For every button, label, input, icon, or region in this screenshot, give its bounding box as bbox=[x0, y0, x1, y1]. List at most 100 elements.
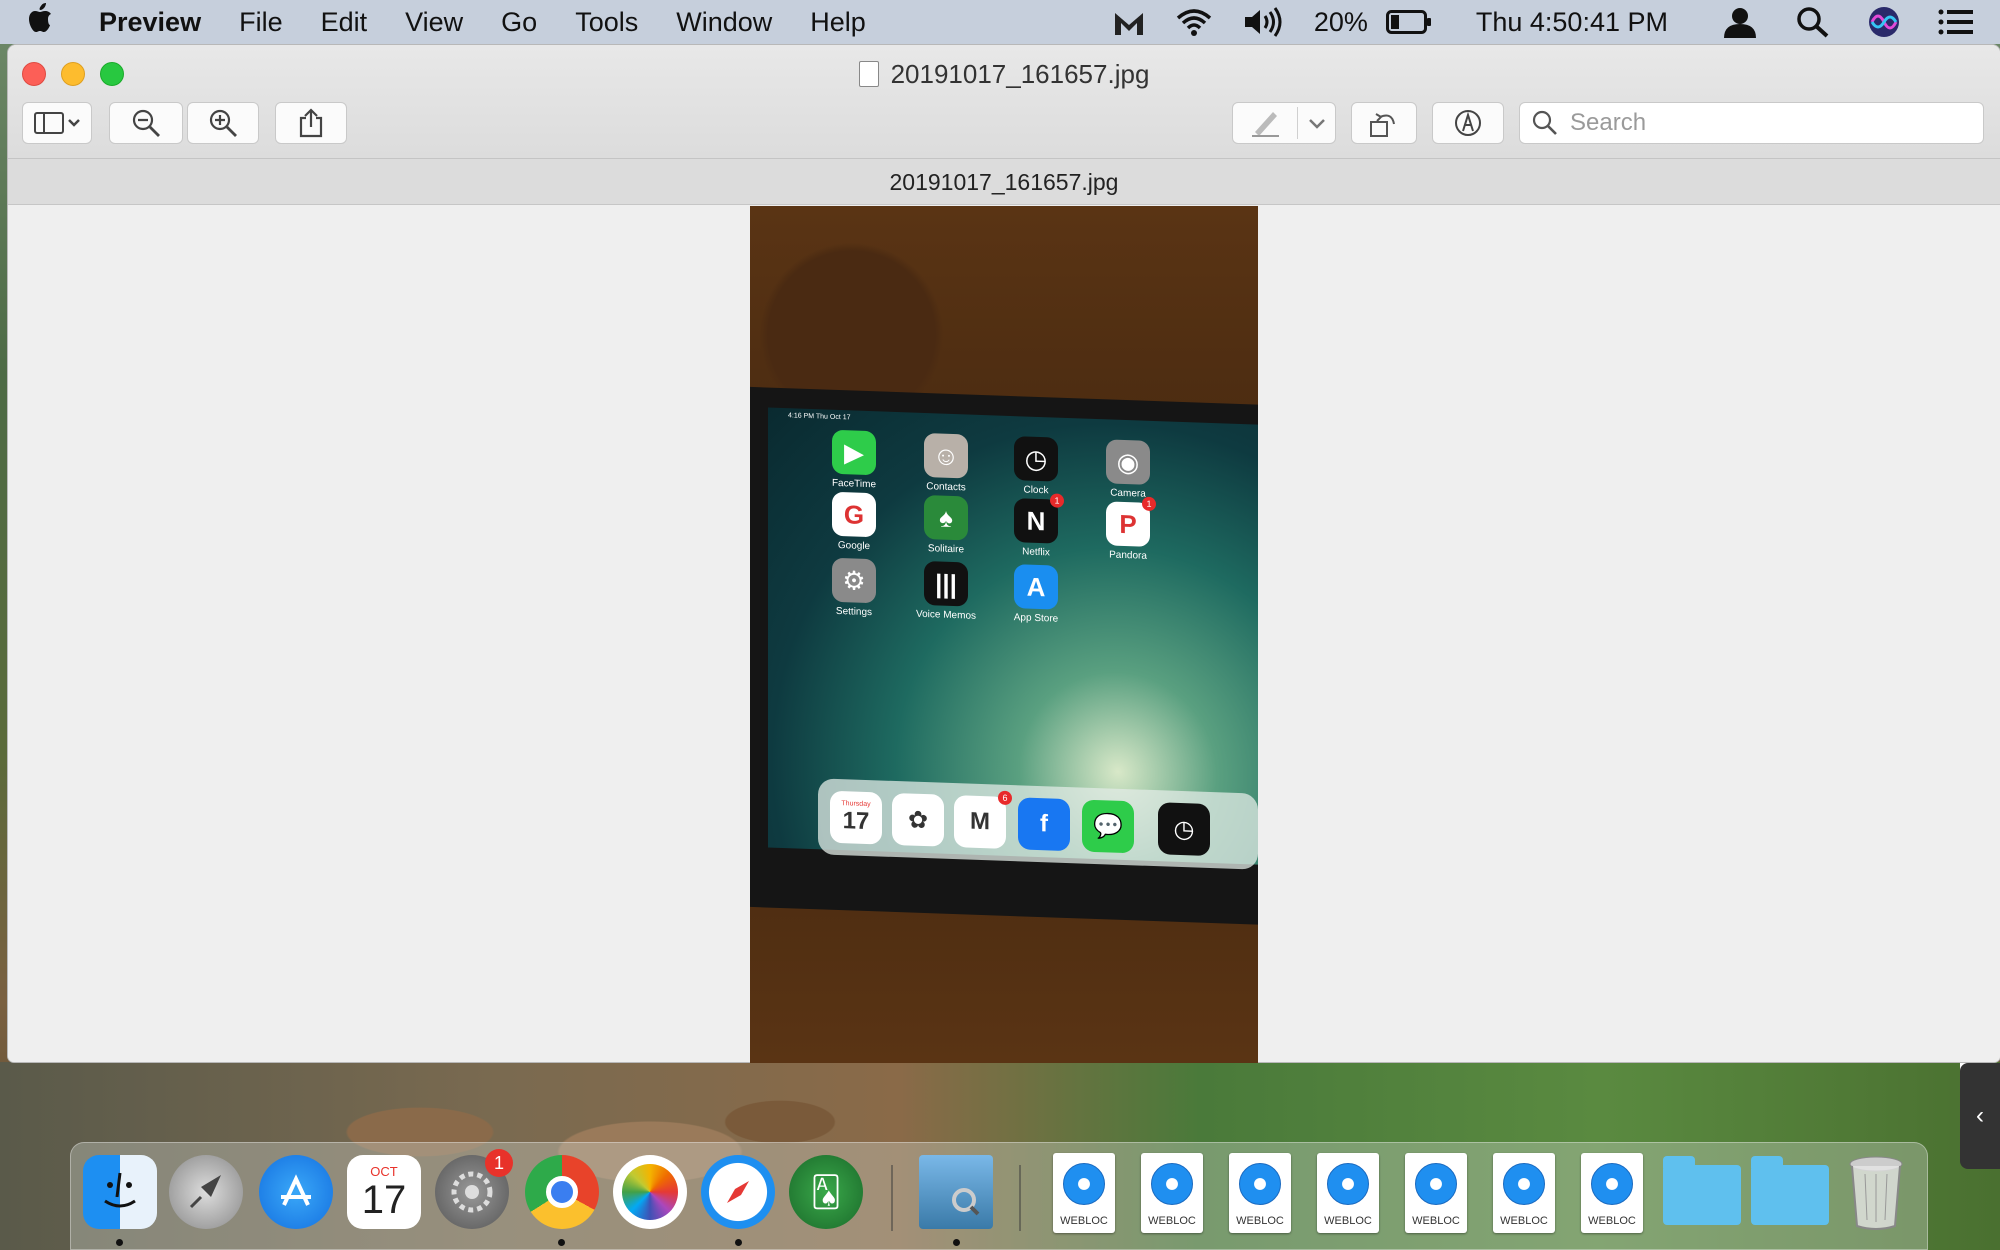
sidebar-toggle-button[interactable] bbox=[22, 102, 92, 144]
dock: OCT 17 1 🂡 WEBLOC WEBLOC WEBLOC WEBLOC WEBLO… bbox=[70, 1142, 1928, 1250]
trash-icon[interactable] bbox=[1839, 1155, 1913, 1230]
safari-icon[interactable] bbox=[701, 1155, 775, 1229]
finder-icon[interactable] bbox=[83, 1155, 157, 1229]
ipad-app-label: Clock bbox=[1023, 484, 1049, 497]
ipad-app-netflix: N 1 Netflix bbox=[988, 493, 1084, 559]
ipad-app-label: Settings bbox=[835, 605, 873, 619]
calendar-icon[interactable]: OCT 17 bbox=[347, 1155, 421, 1229]
ipad-app-icon: ▶ bbox=[832, 429, 876, 476]
chrome-running-indicator bbox=[558, 1239, 565, 1246]
search-field[interactable] bbox=[1519, 102, 1984, 144]
webloc-file-icon[interactable]: WEBLOC bbox=[1317, 1153, 1379, 1233]
spotlight-icon[interactable] bbox=[1772, 6, 1844, 38]
webloc-file-icon[interactable]: WEBLOC bbox=[1053, 1153, 1115, 1233]
menu-go[interactable]: Go bbox=[482, 7, 556, 38]
document-header: 20191017_161657.jpg bbox=[8, 159, 2000, 205]
ipad-app-label: Camera bbox=[1110, 487, 1146, 500]
photo-image[interactable]: 4:16 PM Thu Oct 17 ▶ FaceTime ☺ Contacts ◷ Cl… bbox=[750, 206, 1258, 1063]
ipad-app-badge: 1 bbox=[1050, 493, 1064, 508]
menu-view[interactable]: View bbox=[386, 7, 482, 38]
ipad-status-bar: 4:16 PM Thu Oct 17 bbox=[788, 412, 851, 422]
share-icon bbox=[299, 108, 323, 138]
ipad-app-icon: ⚙ bbox=[832, 557, 876, 604]
markup-icon bbox=[1455, 110, 1481, 136]
side-panel-toggle[interactable]: ‹ bbox=[1960, 1063, 2000, 1169]
battery-icon[interactable] bbox=[1372, 9, 1446, 35]
ipad-app-label: Pandora bbox=[1109, 549, 1147, 562]
preview-app-icon[interactable] bbox=[919, 1155, 993, 1229]
battery-percent[interactable]: 20% bbox=[1300, 7, 1372, 38]
webloc-file-icon[interactable]: WEBLOC bbox=[1141, 1153, 1203, 1233]
ipad-app-camera: ◉ Camera bbox=[1080, 438, 1176, 500]
launchpad-icon[interactable] bbox=[169, 1155, 243, 1229]
ipad-app-google: G Google bbox=[806, 491, 902, 553]
search-input[interactable] bbox=[1570, 109, 1970, 137]
webloc-label: WEBLOC bbox=[1060, 1215, 1108, 1227]
webloc-label: WEBLOC bbox=[1236, 1215, 1284, 1227]
folder-icon[interactable] bbox=[1663, 1156, 1741, 1225]
apple-menu-icon[interactable] bbox=[0, 3, 80, 41]
siri-icon[interactable] bbox=[1844, 6, 1914, 38]
webloc-label: WEBLOC bbox=[1148, 1215, 1196, 1227]
ipad-app-badge: 1 bbox=[1142, 496, 1156, 512]
markup-pen-button[interactable] bbox=[1232, 102, 1336, 144]
rotate-button[interactable] bbox=[1351, 102, 1417, 144]
notification-center-icon[interactable] bbox=[1914, 8, 2000, 36]
menu-help[interactable]: Help bbox=[791, 7, 885, 38]
menu-tools[interactable]: Tools bbox=[556, 7, 657, 38]
menu-bar: Preview File Edit View Go Tools Window H… bbox=[0, 0, 2000, 44]
system-preferences-icon[interactable]: 1 bbox=[435, 1149, 513, 1229]
folder-icon[interactable] bbox=[1751, 1156, 1829, 1225]
zoom-out-button[interactable] bbox=[109, 102, 183, 144]
menu-window[interactable]: Window bbox=[657, 7, 791, 38]
menu-edit[interactable]: Edit bbox=[302, 7, 387, 38]
wifi-icon[interactable] bbox=[1160, 7, 1228, 37]
ipad-app-label: Netflix bbox=[1022, 546, 1050, 559]
window-title: 20191017_161657.jpg bbox=[8, 59, 2000, 90]
app-store-icon[interactable] bbox=[259, 1155, 333, 1229]
safari-compass-icon bbox=[1591, 1163, 1633, 1205]
webloc-label: WEBLOC bbox=[1324, 1215, 1372, 1227]
ipad-dock-clock: ◷ bbox=[1158, 802, 1210, 857]
chrome-icon[interactable] bbox=[525, 1155, 599, 1229]
solitaire-icon[interactable]: 🂡 bbox=[789, 1155, 863, 1229]
markup-toolbar-button[interactable] bbox=[1432, 102, 1504, 144]
calendar-day: 17 bbox=[361, 1177, 407, 1222]
menu-clock[interactable]: Thu 4:50:41 PM bbox=[1446, 7, 1708, 38]
ipad-dock-badge: 6 bbox=[998, 790, 1012, 806]
volume-icon[interactable] bbox=[1228, 7, 1300, 37]
ipad-app-icon: ♠ bbox=[924, 494, 968, 541]
safari-compass-icon bbox=[1063, 1163, 1105, 1205]
webloc-file-icon[interactable]: WEBLOC bbox=[1229, 1153, 1291, 1233]
ipad-app-voice-memos: ||| Voice Memos bbox=[898, 560, 994, 622]
dock-separator bbox=[891, 1165, 893, 1231]
photos-icon[interactable] bbox=[613, 1155, 687, 1229]
menu-file[interactable]: File bbox=[220, 7, 302, 38]
ipad-app-solitaire: ♠ Solitaire bbox=[898, 494, 994, 556]
calendar-month: OCT bbox=[370, 1163, 398, 1179]
image-document-icon bbox=[858, 61, 879, 87]
menu-app-name[interactable]: Preview bbox=[80, 7, 220, 38]
ipad-dock-messages: 💬 bbox=[1082, 799, 1134, 854]
ipad-app-icon: A bbox=[1014, 564, 1058, 610]
user-icon[interactable] bbox=[1708, 6, 1772, 38]
safari-compass-icon bbox=[1151, 1163, 1193, 1205]
ipad-app-label: App Store bbox=[1013, 612, 1059, 625]
pen-icon bbox=[1252, 112, 1279, 137]
ipad-app-icon: ◉ bbox=[1106, 439, 1150, 485]
webloc-file-icon[interactable]: WEBLOC bbox=[1581, 1153, 1643, 1233]
webloc-file-icon[interactable]: WEBLOC bbox=[1405, 1153, 1467, 1233]
share-button[interactable] bbox=[275, 102, 347, 144]
malwarebytes-icon[interactable] bbox=[1098, 7, 1160, 37]
zoom-in-button[interactable] bbox=[187, 102, 259, 144]
finder-running-indicator bbox=[116, 1239, 123, 1246]
ipad-dock-gmail: M6 bbox=[954, 790, 1012, 849]
ipad-app-label: Google bbox=[837, 539, 871, 553]
preview-running-indicator bbox=[953, 1239, 960, 1246]
window-toolbar: 20191017_161657.jpg bbox=[8, 45, 2000, 159]
ipad-dock-glyph: f bbox=[1040, 810, 1048, 838]
ipad-app-label: Contacts bbox=[926, 481, 966, 494]
ipad-app-icon: ◷ bbox=[1014, 436, 1058, 482]
ipad-app-icon: ☺ bbox=[924, 432, 968, 479]
webloc-file-icon[interactable]: WEBLOC bbox=[1493, 1153, 1555, 1233]
